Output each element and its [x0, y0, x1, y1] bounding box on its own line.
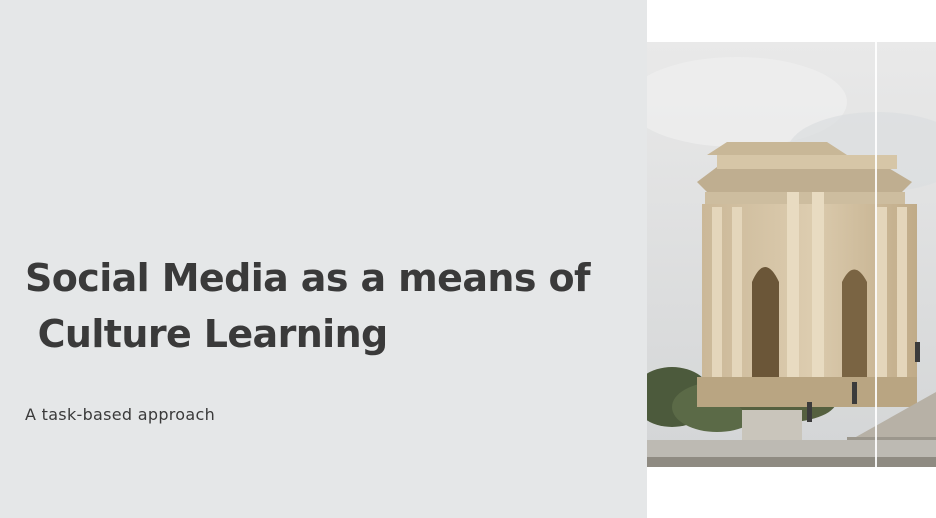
- slide-subtitle: A task-based approach: [25, 405, 216, 424]
- slide-title-line-1: Social Media as a means of: [25, 256, 591, 300]
- monument-photo-illustration: [647, 42, 936, 467]
- slide-title: Social Media as a means of Culture Learn…: [25, 250, 625, 362]
- slide-text-panel: Social Media as a means of Culture Learn…: [0, 0, 647, 518]
- slide-title-line-2: Culture Learning: [25, 312, 389, 356]
- monument-photo: [647, 42, 936, 467]
